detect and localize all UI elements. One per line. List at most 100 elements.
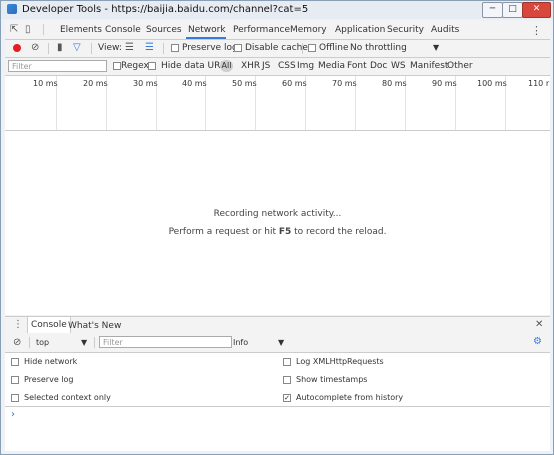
log-xhr-label: Log XMLHttpRequests <box>296 357 384 366</box>
drawer-tab-whats-new[interactable]: What's New <box>68 321 121 331</box>
timeline-tick-label: 100 ms <box>477 79 507 88</box>
recording-hint-text: Perform a request or hit F5 to record th… <box>5 227 550 237</box>
hide-network-label: Hide network <box>24 357 78 366</box>
large-rows-icon[interactable]: ☰ <box>125 42 134 53</box>
clear-console-icon[interactable]: ⊘ <box>13 337 21 348</box>
console-filter-input[interactable]: Filter <box>99 336 232 348</box>
timeline-tick-label: 80 ms <box>382 79 407 88</box>
timeline-tick-label: 40 ms <box>182 79 207 88</box>
filter-type-all[interactable]: All <box>220 60 233 72</box>
recording-hint-after: to record the reload. <box>291 227 387 237</box>
console-settings-panel: Hide network Preserve log Selected conte… <box>5 353 550 407</box>
disable-cache-checkbox[interactable] <box>234 44 242 52</box>
devtools-app-icon <box>7 4 17 14</box>
drawer-tab-bar: ⋮ Console What's New ✕ <box>5 316 550 335</box>
toolbar-divider <box>91 43 92 54</box>
main-tab-bar: ⇱ ▯ Elements Console Sources Network Per… <box>5 21 550 40</box>
timeline-overview[interactable]: 10 ms 20 ms 30 ms 40 ms 50 ms 60 ms 70 m… <box>5 76 550 131</box>
maximize-button[interactable]: □ <box>502 2 523 18</box>
screenshot-capture-icon[interactable]: ▮ <box>57 42 63 53</box>
tab-console[interactable]: Console <box>105 25 141 35</box>
timeline-tick-label: 90 ms <box>432 79 457 88</box>
device-toolbar-icon[interactable]: ▯ <box>25 25 35 35</box>
filter-type-css[interactable]: CSS <box>278 61 296 71</box>
drawer-menu-icon[interactable]: ⋮ <box>13 319 23 330</box>
console-output[interactable]: › <box>5 407 550 451</box>
active-tab-indicator <box>186 37 226 39</box>
autocomplete-checkbox[interactable]: ✓ <box>283 394 291 402</box>
view-label: View: <box>98 43 122 53</box>
show-timestamps-label: Show timestamps <box>296 375 368 384</box>
filter-icon[interactable]: ▽ <box>73 42 81 53</box>
inspect-element-icon[interactable]: ⇱ <box>10 25 20 35</box>
filter-type-media[interactable]: Media <box>318 61 345 71</box>
filter-type-other[interactable]: Other <box>447 61 473 71</box>
gear-icon[interactable]: ⚙ <box>533 336 542 347</box>
window-title: Developer Tools - https://baijia.baidu.c… <box>22 4 309 15</box>
filter-type-ws[interactable]: WS <box>391 61 406 71</box>
hide-network-checkbox[interactable] <box>11 358 19 366</box>
filter-type-xhr[interactable]: XHR <box>241 61 260 71</box>
toolbar-divider <box>48 43 49 54</box>
filter-type-manifest[interactable]: Manifest <box>410 61 448 71</box>
console-preserve-log-checkbox[interactable] <box>11 376 19 384</box>
minimize-button[interactable]: ─ <box>482 2 503 18</box>
chevron-down-icon[interactable]: ▼ <box>433 43 439 52</box>
log-xhr-checkbox[interactable] <box>283 358 291 366</box>
offline-checkbox[interactable] <box>308 44 316 52</box>
console-toolbar: ⊘ top ▼ Filter Info ▼ ⚙ <box>5 334 550 353</box>
tab-memory[interactable]: Memory <box>290 25 327 35</box>
tab-security[interactable]: Security <box>387 25 424 35</box>
close-drawer-icon[interactable]: ✕ <box>535 319 543 330</box>
timeline-tick-label: 70 ms <box>332 79 357 88</box>
regex-label: Regex <box>121 61 149 71</box>
recording-status-text: Recording network activity... <box>213 209 342 219</box>
filter-type-js[interactable]: JS <box>262 61 270 71</box>
timeline-tick-label: 30 ms <box>133 79 158 88</box>
log-level-select[interactable]: Info <box>233 336 248 349</box>
filter-type-img[interactable]: Img <box>297 61 314 71</box>
selected-context-label: Selected context only <box>24 393 111 402</box>
clear-icon[interactable]: ⊘ <box>31 42 39 53</box>
recording-hint-key: F5 <box>278 227 292 237</box>
preserve-log-checkbox[interactable] <box>171 44 179 52</box>
console-preserve-log-label: Preserve log <box>24 375 74 384</box>
timeline-tick-label: 60 ms <box>282 79 307 88</box>
network-toolbar: ⊘ ▮ ▽ View: ☰ ☰ Preserve log Disable cac… <box>5 40 550 58</box>
console-prompt-icon: › <box>11 409 15 420</box>
toolbar-divider <box>94 337 95 348</box>
drawer-tab-console[interactable]: Console <box>27 317 71 333</box>
timeline-tick-label: 10 ms <box>33 79 58 88</box>
toolbar-divider <box>302 43 303 54</box>
tabbar-divider <box>43 24 44 35</box>
tab-performance[interactable]: Performance <box>233 25 290 35</box>
timeline-tick-label: 110 r <box>528 79 550 88</box>
filter-type-doc[interactable]: Doc <box>370 61 387 71</box>
record-icon[interactable] <box>13 44 21 52</box>
context-select[interactable]: top <box>36 336 49 349</box>
show-timestamps-checkbox[interactable] <box>283 376 291 384</box>
hide-data-urls-checkbox[interactable] <box>148 62 156 70</box>
throttling-select[interactable]: No throttling <box>350 43 407 53</box>
selected-context-checkbox[interactable] <box>11 394 19 402</box>
tab-sources[interactable]: Sources <box>146 25 182 35</box>
toolbar-divider <box>163 43 164 54</box>
toolbar-divider <box>29 337 30 348</box>
chevron-down-icon[interactable]: ▼ <box>81 338 87 347</box>
timeline-tick-label: 20 ms <box>83 79 108 88</box>
chevron-down-icon[interactable]: ▼ <box>278 338 284 347</box>
tab-application[interactable]: Application <box>335 25 385 35</box>
preserve-log-label: Preserve log <box>182 43 238 53</box>
tab-network[interactable]: Network <box>188 25 226 35</box>
tab-elements[interactable]: Elements <box>60 25 102 35</box>
network-filter-input[interactable]: Filter <box>8 60 107 72</box>
tab-audits[interactable]: Audits <box>431 25 459 35</box>
more-options-icon[interactable]: ⋮ <box>531 24 542 37</box>
disable-cache-label: Disable cache <box>245 43 308 53</box>
regex-checkbox[interactable] <box>113 62 121 70</box>
autocomplete-label: Autocomplete from history <box>296 393 404 402</box>
timeline-tick-label: 50 ms <box>232 79 257 88</box>
filter-type-font[interactable]: Font <box>347 61 367 71</box>
waterfall-overview-icon[interactable]: ☰ <box>145 42 154 53</box>
close-window-button[interactable]: ✕ <box>522 2 551 18</box>
